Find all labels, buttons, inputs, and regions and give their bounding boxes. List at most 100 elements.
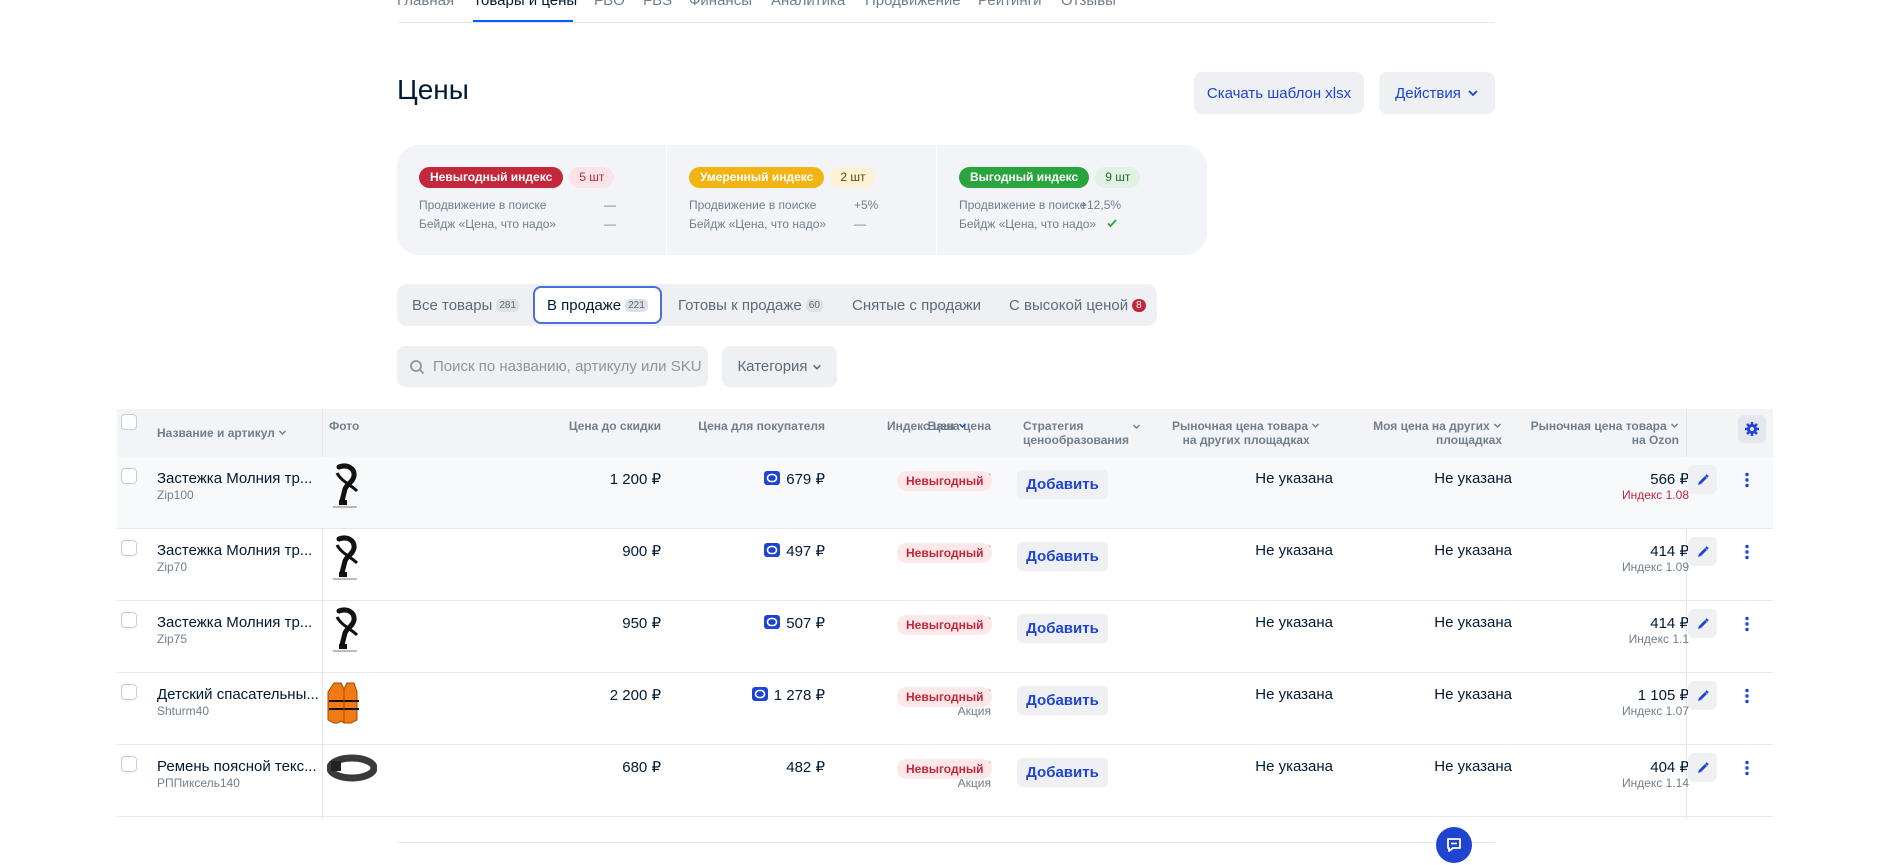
pencil-icon [1697, 761, 1709, 773]
add-strategy-button[interactable]: Добавить [1017, 758, 1108, 787]
ozon-index: Индекс 1.07 [1621, 704, 1689, 718]
column-price-index[interactable]: Индекс цен [887, 419, 967, 433]
edit-button[interactable] [1688, 537, 1717, 566]
price-index-badge: Невыгодный [897, 543, 993, 563]
price-index-badge: Невыгодный [897, 471, 993, 491]
tab-high-price[interactable]: С высокой ценой 8 [1009, 284, 1146, 326]
buyer-price-value: 1 278 ₽ [773, 687, 825, 704]
more-vertical-icon [1745, 472, 1749, 488]
row-checkbox[interactable] [121, 612, 137, 628]
promo-label: Продвижение в поиске [959, 198, 1087, 212]
edit-button[interactable] [1688, 465, 1717, 494]
actions-button-label: Действия [1395, 84, 1461, 102]
price-before-discount: 2 200 ₽ [609, 687, 661, 704]
product-name[interactable]: Застежка Молния тр... [157, 470, 312, 487]
price-index-badge: Невыгодный [897, 615, 993, 635]
belt-photo [326, 754, 378, 782]
my-price-other: Не указана [1434, 758, 1512, 775]
chat-button[interactable] [1436, 827, 1472, 863]
tab-ready-for-sale[interactable]: Готовы к продаже 60 [678, 284, 823, 326]
nav-item-main[interactable]: Главная [397, 0, 454, 9]
row-checkbox[interactable] [121, 468, 137, 484]
product-photo[interactable] [326, 751, 378, 799]
more-options-button[interactable] [1737, 469, 1757, 491]
nav-item-analytics[interactable]: Аналитика [771, 0, 845, 9]
ozon-index: Индекс 1.09 [1621, 560, 1689, 574]
buyer-price: 497 ₽ [764, 542, 825, 560]
edit-button[interactable] [1688, 609, 1717, 638]
tab-on-sale[interactable]: В продаже 221 [533, 286, 662, 324]
nav-item-fbs[interactable]: FBS [643, 0, 672, 9]
nav-item-promotion[interactable]: Продвижение [865, 0, 961, 9]
market-price-other: Не указана [1255, 542, 1333, 559]
buyer-price: 1 278 ₽ [751, 686, 825, 704]
active-nav-underline [473, 20, 573, 22]
tab-removed-from-sale[interactable]: Снятые с продажи [852, 284, 981, 326]
product-photo[interactable] [327, 535, 377, 583]
column-my-price-other[interactable]: Моя цена на других площадках [1373, 419, 1502, 447]
more-options-button[interactable] [1737, 685, 1757, 707]
chevron-down-icon [1670, 423, 1679, 429]
market-price-other: Не указана [1255, 686, 1333, 703]
edit-button[interactable] [1688, 681, 1717, 710]
product-photo[interactable] [327, 607, 377, 655]
tab-count: 60 [805, 298, 823, 312]
market-other-line-2: на других площадках [1182, 433, 1310, 447]
price-before-discount: 900 ₽ [622, 543, 661, 560]
column-market-price-ozon[interactable]: Рыночная цена товара на Ozon [1531, 419, 1679, 447]
nav-item-products-prices[interactable]: Товары и цены [473, 0, 577, 9]
table-row[interactable]: Застежка Молния тр... Zip70 900 ₽ 497 ₽ … [117, 529, 1773, 601]
my-price-other: Не указана [1434, 542, 1512, 559]
product-photo[interactable] [327, 679, 377, 727]
add-strategy-button[interactable]: Добавить [1017, 470, 1108, 499]
my-price-other: Не указана [1434, 614, 1512, 631]
product-name[interactable]: Ремень поясной текс... [157, 758, 317, 775]
column-name-label: Название и артикул [157, 426, 275, 440]
table-settings-button[interactable] [1738, 415, 1766, 443]
product-photo[interactable] [327, 463, 377, 511]
table-row[interactable]: Застежка Молния тр... Zip100 1 200 ₽ 679… [117, 457, 1773, 529]
badge-value: — [604, 217, 616, 231]
market-price-ozon: 414 ₽ [1650, 543, 1689, 560]
table-row[interactable]: Детский спасательны... Shturm40 2 200 ₽ … [117, 673, 1773, 745]
table-row[interactable]: Ремень поясной текс... РППиксель140 680 … [117, 745, 1773, 817]
product-name[interactable]: Застежка Молния тр... [157, 542, 312, 559]
row-checkbox[interactable] [121, 684, 137, 700]
search-input[interactable]: Поиск по названию, артикулу или SKU [397, 346, 708, 387]
nav-item-fbo[interactable]: FBO [594, 0, 625, 9]
add-strategy-button[interactable]: Добавить [1017, 686, 1108, 715]
column-market-price-other[interactable]: Рыночная цена товара на других площадках [1172, 419, 1320, 447]
row-checkbox[interactable] [121, 540, 137, 556]
chevron-down-icon [1312, 423, 1320, 429]
category-filter[interactable]: Категория [722, 346, 837, 387]
tab-count: 281 [496, 298, 520, 312]
download-template-button[interactable]: Скачать шаблон xlsx [1194, 72, 1364, 114]
more-options-button[interactable] [1737, 757, 1757, 779]
edit-button[interactable] [1688, 753, 1717, 782]
zipper-photo [333, 535, 359, 580]
nav-item-finance[interactable]: Финансы [689, 0, 752, 9]
column-name[interactable]: Название и артикул [157, 426, 287, 440]
product-sku: Shturm40 [157, 704, 210, 718]
product-sku: РППиксель140 [157, 776, 240, 790]
add-strategy-button[interactable]: Добавить [1017, 542, 1108, 571]
more-options-button[interactable] [1737, 541, 1757, 563]
zipper-photo [333, 463, 359, 508]
row-checkbox[interactable] [121, 756, 137, 772]
badge-label: Бейдж «Цена, что надо» [419, 217, 557, 231]
actions-button[interactable]: Действия [1379, 72, 1495, 114]
price-index-summary: Невыгодный индекс 5 шт Продвижение в поис… [397, 145, 1207, 255]
product-name[interactable]: Детский спасательны... [157, 686, 319, 703]
add-strategy-button[interactable]: Добавить [1017, 614, 1108, 643]
nav-item-reviews[interactable]: Отзывы [1061, 0, 1116, 9]
column-pricing-strategy[interactable]: Стратегия ценообразования [1023, 419, 1129, 447]
select-all-checkbox[interactable] [121, 414, 137, 430]
nav-item-ratings[interactable]: Рейтинги [978, 0, 1041, 9]
product-name[interactable]: Застежка Молния тр... [157, 614, 312, 631]
market-price-ozon: 1 105 ₽ [1637, 687, 1689, 704]
table-row[interactable]: Застежка Молния тр... Zip75 950 ₽ 507 ₽ … [117, 601, 1773, 673]
more-options-button[interactable] [1737, 613, 1757, 635]
chevron-down-icon [812, 364, 821, 370]
tab-all-products[interactable]: Все товары 281 [412, 284, 520, 326]
product-sku: Zip70 [157, 560, 188, 574]
